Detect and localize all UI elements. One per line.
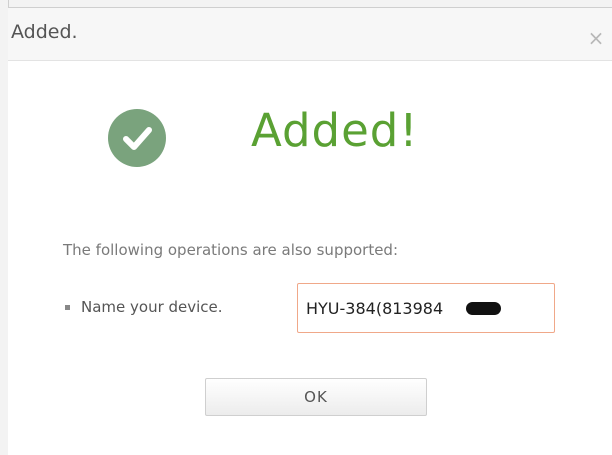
checkmark-circle-bg — [108, 109, 166, 167]
window-frame-top — [0, 0, 612, 8]
name-device-label: Name your device. — [81, 298, 223, 316]
dialog-title-bar: Added. × — [8, 8, 612, 61]
dialog-title: Added. — [11, 21, 78, 43]
bullet-marker — [65, 305, 70, 310]
operations-intro-text: The following operations are also suppor… — [63, 241, 399, 259]
added-dialog: Added. × Added! The following operations… — [8, 8, 612, 455]
redaction-mark — [466, 302, 501, 315]
device-name-input[interactable] — [297, 283, 555, 333]
checkmark-circle-icon — [108, 109, 166, 167]
ok-button[interactable]: OK — [205, 378, 427, 416]
added-heading: Added! — [251, 104, 419, 157]
close-icon[interactable]: × — [584, 26, 608, 50]
